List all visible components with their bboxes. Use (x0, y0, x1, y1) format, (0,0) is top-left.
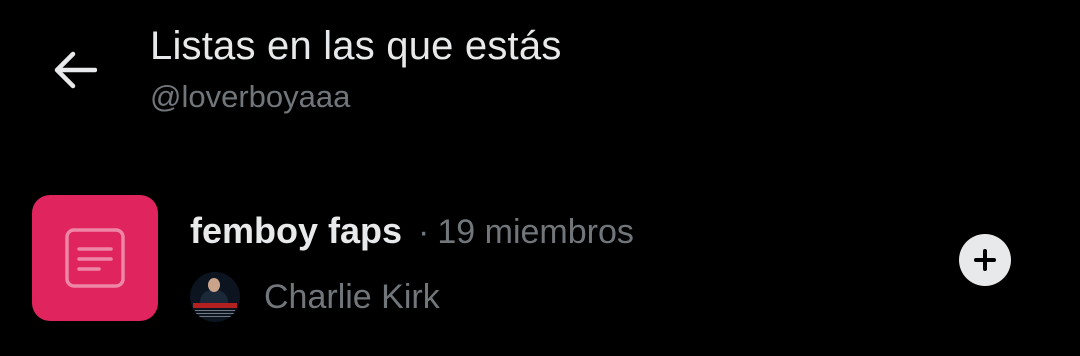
list-item[interactable]: femboy faps · 19 miembros Charlie Kirk (0, 180, 1080, 340)
plus-icon (974, 249, 996, 271)
page-subtitle-username: @loverboyaaa (150, 79, 351, 114)
owner-name: Charlie Kirk (264, 277, 440, 316)
list-name[interactable]: femboy faps (190, 210, 402, 252)
owner-avatar (190, 272, 240, 322)
list-member-count[interactable]: 19 miembros (437, 213, 634, 252)
page-title: Listas en las que estás (150, 24, 562, 68)
avatar-figure-head (208, 278, 220, 292)
add-to-list-button[interactable] (959, 234, 1011, 286)
header: Listas en las que estás @loverboyaaa (0, 0, 1080, 150)
list-document-icon (65, 228, 125, 288)
list-avatar (32, 195, 158, 321)
list-owner[interactable]: Charlie Kirk (190, 272, 440, 322)
arrow-left-icon (54, 51, 97, 89)
avatar-news-banner (193, 303, 237, 308)
avatar-text-lines (195, 310, 235, 318)
list-title-row: femboy faps · 19 miembros (190, 210, 634, 252)
separator-dot: · (418, 213, 430, 251)
back-button[interactable] (44, 40, 104, 100)
